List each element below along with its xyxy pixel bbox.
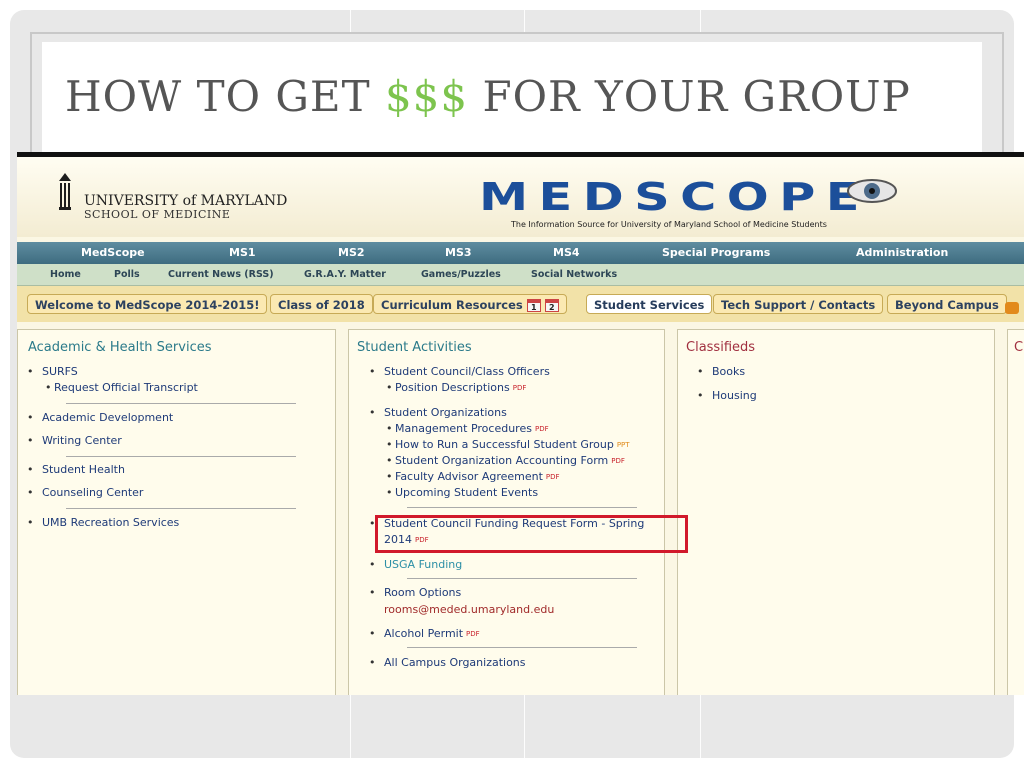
pdf-badge: PDF [534,425,549,433]
title-money: $$$ [384,72,469,121]
main-nav: MedScope MS1 MS2 MS3 MS4 Special Program… [17,242,1024,264]
eye-icon [847,179,897,203]
umd-logo-icon [59,173,71,210]
tab-student-services[interactable]: Student Services [586,294,713,314]
tab-tech-support[interactable]: Tech Support / Contacts [713,294,884,314]
classifieds-list: Books Housing [678,330,996,450]
link-academic-development[interactable]: Academic Development [27,410,173,426]
cut-panel-heading: C [1014,340,1024,355]
tab-curriculum-label: Curriculum Resources [381,298,523,312]
link-writing-center[interactable]: Writing Center [27,433,122,449]
link-umb-recreation[interactable]: UMB Recreation Services [27,515,179,531]
title-suffix: FOR YOUR GROUP [468,72,911,121]
title-prefix: HOW TO GET [65,72,385,121]
divider [407,647,637,648]
medscope-screenshot: UNIVERSITY of MARYLAND SCHOOL OF MEDICIN… [17,152,1024,695]
subnav-polls[interactable]: Polls [114,269,140,280]
calendar-1-icon[interactable]: 1 [526,299,541,312]
room-email-link[interactable]: rooms@meded.umaryland.edu [384,602,554,618]
link-position-descriptions[interactable]: Position DescriptionsPDF [386,380,527,396]
tab-bar: Welcome to MedScope 2014-2015! Class of … [17,286,1024,322]
divider [66,403,296,404]
bus-icon [1005,302,1019,314]
nav-ms4[interactable]: MS4 [553,246,580,259]
tab-welcome[interactable]: Welcome to MedScope 2014-2015! [27,294,268,314]
link-how-to-run-group[interactable]: How to Run a Successful Student GroupPPT [386,437,630,453]
link-surfs[interactable]: SURFS [27,364,78,380]
medscope-logo[interactable]: MEDSCOPE [479,175,870,219]
link-upcoming-events[interactable]: Upcoming Student Events [386,485,538,501]
link-alcohol-permit[interactable]: Alcohol PermitPDF [369,626,480,642]
pdf-badge: PDF [466,630,480,638]
link-books[interactable]: Books [697,364,745,380]
academic-list: SURFS Request Official Transcript Academ… [18,330,337,690]
nav-ms3[interactable]: MS3 [445,246,472,259]
link-student-health[interactable]: Student Health [27,462,125,478]
subnav-home[interactable]: Home [50,269,81,280]
nav-administration[interactable]: Administration [856,246,948,259]
nav-ms2[interactable]: MS2 [338,246,365,259]
classifieds-panel: Classifieds Books Housing [677,329,995,695]
pdf-badge: PDF [611,457,625,465]
cut-panel: C [1007,329,1024,695]
link-counseling-center[interactable]: Counseling Center [27,485,144,501]
link-usga-funding[interactable]: USGA Funding [369,557,462,573]
calendar-2-icon[interactable]: 2 [544,299,559,312]
activities-list: Student Council/Class Officers Position … [349,330,666,690]
link-student-council[interactable]: Student Council/Class Officers [369,364,550,380]
faculty-advisor-label: Faculty Advisor Agreement [395,470,543,483]
link-accounting-form[interactable]: Student Organization Accounting FormPDF [386,453,625,469]
link-all-campus-orgs[interactable]: All Campus Organizations [369,655,525,671]
slide-title: HOW TO GET $$$ FOR YOUR GROUP [65,72,911,121]
nav-special-programs[interactable]: Special Programs [662,246,770,259]
nav-medscope[interactable]: MedScope [81,246,145,259]
tab-class-of-2018[interactable]: Class of 2018 [270,294,373,314]
link-faculty-advisor[interactable]: Faculty Advisor AgreementPDF [386,469,560,485]
link-housing[interactable]: Housing [697,388,757,404]
tab-beyond-campus[interactable]: Beyond Campus [887,294,1007,314]
divider [66,456,296,457]
how-to-run-label: How to Run a Successful Student Group [395,438,614,451]
activities-panel: Student Activities Student Council/Class… [348,329,665,695]
alcohol-permit-label: Alcohol Permit [384,627,464,640]
link-request-transcript[interactable]: Request Official Transcript [45,380,198,396]
ppt-badge: PPT [616,441,630,449]
divider [407,507,637,508]
subnav-social-networks[interactable]: Social Networks [531,269,617,280]
pdf-badge: PDF [512,384,527,392]
link-student-organizations[interactable]: Student Organizations [369,405,507,421]
school-name: SCHOOL OF MEDICINE [84,208,231,221]
pdf-badge: PDF [545,473,560,481]
divider [66,508,296,509]
tagline: The Information Source for University of… [511,220,827,229]
divider [407,578,637,579]
tab-curriculum-resources[interactable]: Curriculum Resources 1 2 [373,294,567,314]
sub-nav: Home Polls Current News (RSS) G.R.A.Y. M… [17,264,1024,286]
link-management-procedures[interactable]: Management ProceduresPDF [386,421,549,437]
link-room-options[interactable]: Room Options [369,585,461,601]
subnav-current-news[interactable]: Current News (RSS) [168,269,274,280]
university-name: UNIVERSITY of MARYLAND [84,193,288,209]
position-descriptions-label: Position Descriptions [395,381,510,394]
nav-ms1[interactable]: MS1 [229,246,256,259]
management-procedures-label: Management Procedures [395,422,532,435]
subnav-gray-matter[interactable]: G.R.A.Y. Matter [304,269,386,280]
site-banner: UNIVERSITY of MARYLAND SCHOOL OF MEDICIN… [17,157,1024,237]
subnav-games[interactable]: Games/Puzzles [421,269,501,280]
academic-panel: Academic & Health Services SURFS Request… [17,329,336,695]
accounting-form-label: Student Organization Accounting Form [395,454,609,467]
funding-highlight-box [375,515,688,553]
